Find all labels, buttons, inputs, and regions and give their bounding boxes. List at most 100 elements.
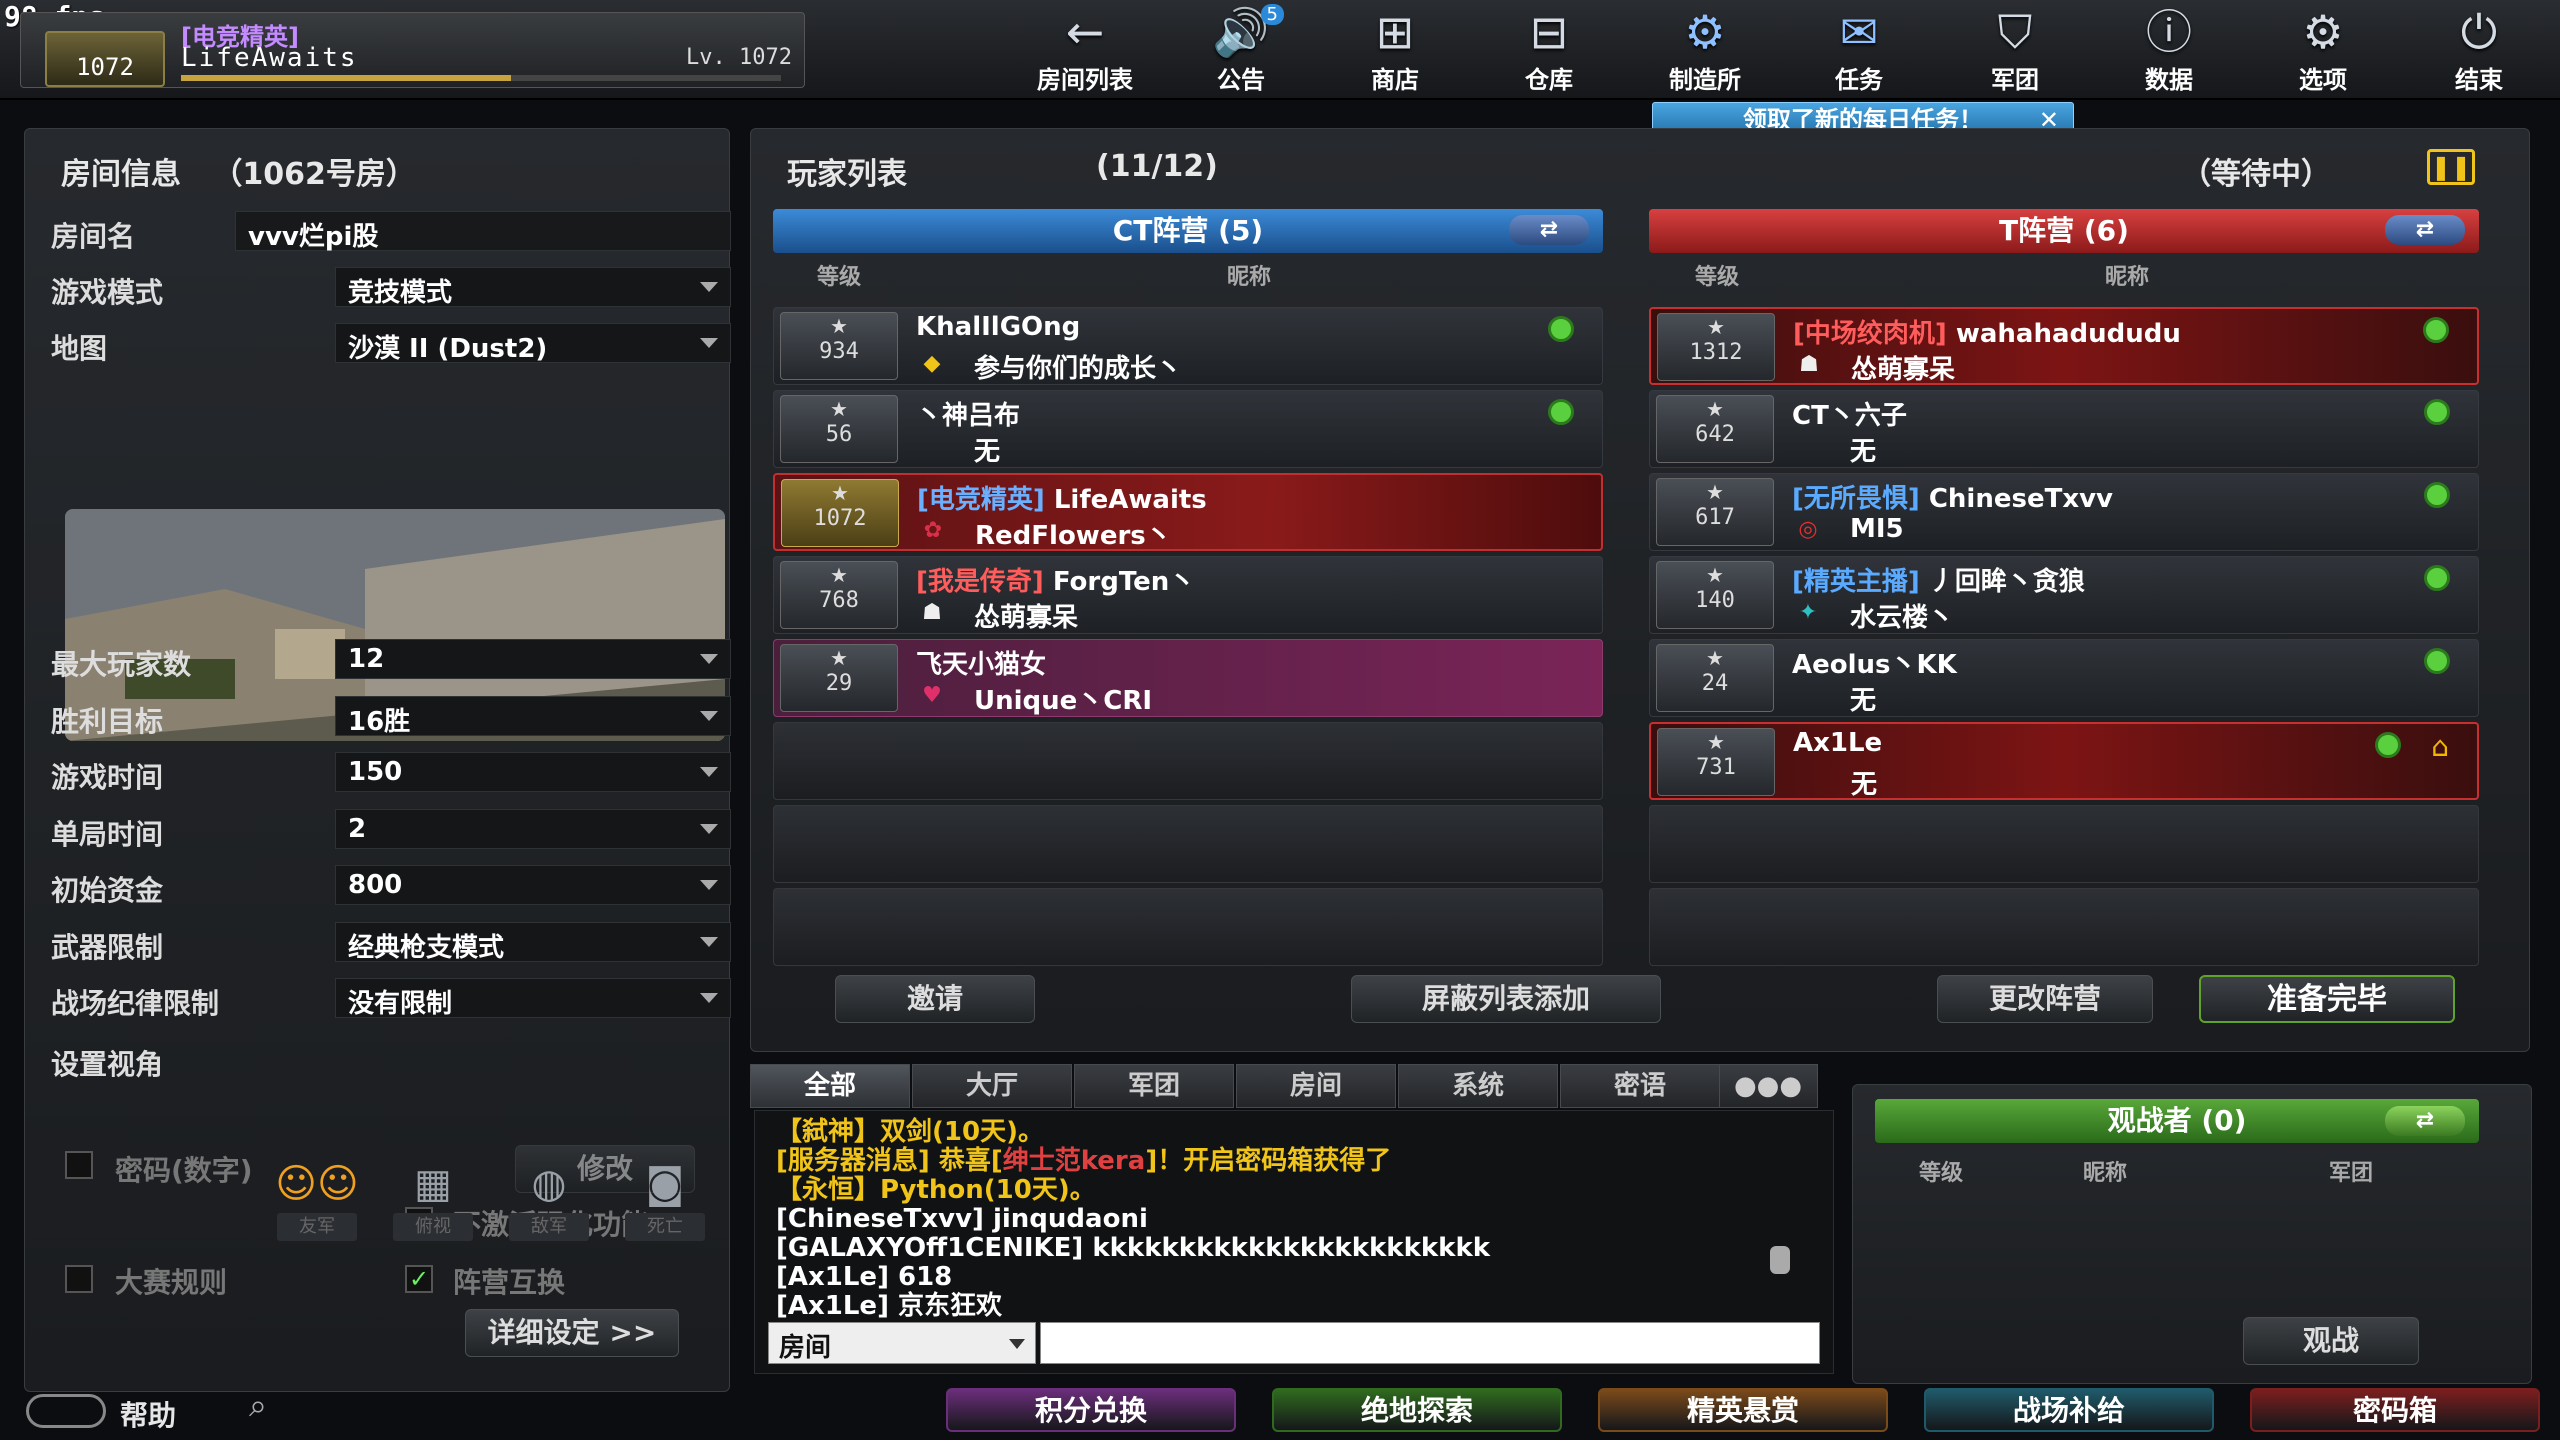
nav-mission[interactable]: ✉ 任务 xyxy=(1784,4,1934,94)
player-tag: [中场绞肉机] xyxy=(1793,319,1947,349)
setting-dropdown[interactable]: 经典枪支模式 xyxy=(335,921,731,963)
view-option[interactable]: ◍ 敌军 xyxy=(501,1161,597,1241)
nav-power[interactable]: ⏻ 结束 xyxy=(2404,4,2554,94)
setting-row: 地图 沙漠 II (Dust2) xyxy=(51,323,731,365)
host-icon: ⌂ xyxy=(2431,730,2449,763)
player-slot[interactable]: ★ 1072 [电竞精英] LifeAwaits ✿ RedFlowers丶 xyxy=(773,473,1603,551)
setting-dropdown[interactable]: 竞技模式 xyxy=(335,267,731,308)
player-name: wahahadududu xyxy=(1955,319,2181,349)
nav-workshop[interactable]: ⚙ 制造所 xyxy=(1630,4,1780,94)
setting-label: 单局时间 xyxy=(51,817,164,851)
chat-text: [GALAXYOff1CENIKE] kkkkkkkkkkkkkkkkkkkkk… xyxy=(776,1233,1491,1263)
bottom-feature-button[interactable]: 密码箱 xyxy=(2250,1388,2540,1432)
player-slot[interactable]: ★ 56 丶神吕布无 xyxy=(773,390,1603,468)
password-checkbox[interactable] xyxy=(65,1151,93,1179)
setting-dropdown[interactable]: 800 xyxy=(335,865,731,905)
player-clan: 怂萌寡呆 xyxy=(1851,355,1956,385)
setting-dropdown[interactable]: 沙漠 II (Dust2) xyxy=(335,323,731,364)
chevron-down-icon xyxy=(700,823,718,834)
setting-value: 150 xyxy=(348,757,403,787)
setting-dropdown[interactable]: 没有限制 xyxy=(335,978,731,1019)
chat-tab[interactable]: 军团 xyxy=(1074,1064,1234,1108)
nav-label: 选项 xyxy=(2299,66,2347,94)
team-swap-checkbox[interactable]: ✓ xyxy=(405,1265,433,1293)
help-toggle[interactable] xyxy=(26,1394,106,1428)
nav-shop[interactable]: ⊞ 商店 xyxy=(1320,4,1470,94)
spectator-swap-icon[interactable]: ⇄ xyxy=(2385,1106,2465,1136)
bottom-feature-button[interactable]: 精英悬赏 xyxy=(1598,1388,1888,1432)
nav-back-arrow[interactable]: ← 房间列表 xyxy=(1010,4,1160,94)
chat-tab[interactable]: 密语 xyxy=(1560,1064,1720,1108)
pause-icon[interactable]: ❚❚ xyxy=(2427,149,2475,185)
player-slot[interactable]: ★ 731 Ax1Le 无 ⌂ xyxy=(1649,722,2479,800)
player-slot[interactable]: ★ 140 [精英主播] 丿回眸丶贪狼 ✦ 水云楼丶 xyxy=(1649,556,2479,634)
player-name: KhalIlGOng xyxy=(916,312,1081,342)
invite-button[interactable]: 邀请 xyxy=(835,975,1035,1023)
nav-clan-shield[interactable]: ⛉ 军团 xyxy=(1940,4,2090,94)
setting-value: 竞技模式 xyxy=(348,278,453,308)
ready-status-icon xyxy=(2424,648,2450,674)
empty-slot[interactable] xyxy=(773,805,1603,883)
player-slot[interactable]: ★ 768 [我是传奇] ForgTen丶 ☗ 怂萌寡呆 xyxy=(773,556,1603,634)
empty-slot[interactable] xyxy=(1649,805,2479,883)
view-option[interactable]: ☺☺ 友军 xyxy=(269,1161,365,1241)
player-clan: 无 xyxy=(974,437,1001,467)
chat-tab[interactable]: 全部 xyxy=(750,1064,910,1108)
chevron-down-icon xyxy=(700,936,718,947)
detail-settings-button[interactable]: 详细设定 >> xyxy=(465,1309,679,1357)
setting-dropdown[interactable]: 2 xyxy=(335,808,731,849)
chat-tab[interactable]: 系统 xyxy=(1398,1064,1558,1108)
player-level: 768 xyxy=(819,588,859,613)
rank-star-icon: ★ xyxy=(1706,646,1724,670)
player-slot[interactable]: ★ 642 CT丶六子无 xyxy=(1649,390,2479,468)
view-option-label: 死亡 xyxy=(625,1213,705,1241)
t-swap-icon[interactable]: ⇄ xyxy=(2385,215,2465,245)
chat-scrollbar[interactable] xyxy=(1770,1246,1790,1274)
chat-channel-select[interactable]: 房间 xyxy=(768,1322,1036,1364)
player-level: 1312 xyxy=(1689,340,1743,365)
ready-button[interactable]: 准备完毕 xyxy=(2199,975,2455,1023)
nav-gear[interactable]: ⚙ 选项 xyxy=(2248,4,2398,94)
profile-name: LifeAwaits xyxy=(181,43,358,73)
empty-slot[interactable] xyxy=(773,722,1603,800)
player-clan: Unique丶CRI xyxy=(974,686,1153,716)
chevron-down-icon xyxy=(700,654,718,664)
nav-speaker[interactable]: 🔊 公告 5 xyxy=(1166,4,1316,94)
chat-tab[interactable]: 房间 xyxy=(1236,1064,1396,1108)
view-option[interactable]: ▦ 俯视 xyxy=(385,1161,481,1241)
chat-tab[interactable]: 大厅 xyxy=(912,1064,1072,1108)
room-name-field[interactable]: vvv烂pi股 xyxy=(235,211,731,252)
setting-dropdown[interactable]: 150 xyxy=(335,752,731,792)
ct-swap-icon[interactable]: ⇄ xyxy=(1509,215,1589,245)
ghost-icon: ☗ xyxy=(922,600,942,625)
block-list-add-button[interactable]: 屏蔽列表添加 xyxy=(1351,975,1661,1023)
player-slot[interactable]: ★ 1312 [中场绞肉机] wahahadududu ☗ 怂萌寡呆 xyxy=(1649,307,2479,385)
bottom-feature-button[interactable]: 积分兑换 xyxy=(946,1388,1236,1432)
bottom-feature-button[interactable]: 绝地探索 xyxy=(1272,1388,1562,1432)
bottom-feature-button[interactable]: 战场补给 xyxy=(1924,1388,2214,1432)
view-option[interactable]: ◙ 死亡 xyxy=(617,1161,713,1241)
player-level: 1072 xyxy=(813,506,867,531)
nav-storage-briefcase[interactable]: ⊟ 仓库 xyxy=(1474,4,1624,94)
chat-bubble-icon[interactable]: ●●● xyxy=(1718,1064,1818,1108)
setting-dropdown[interactable]: 12 xyxy=(335,639,731,679)
room-name-row: 房间名 vvv烂pi股 xyxy=(51,211,731,253)
empty-slot[interactable] xyxy=(773,888,1603,966)
chat-input[interactable] xyxy=(1040,1322,1820,1364)
player-slot[interactable]: ★ 29 飞天小猫女 ♥ Unique丶CRI xyxy=(773,639,1603,717)
watch-button[interactable]: 观战 xyxy=(2243,1317,2419,1365)
search-icon[interactable]: ⌕ xyxy=(236,1386,280,1430)
setting-row: 单局时间 2 xyxy=(51,808,731,851)
nav-stats-exclamation[interactable]: ⓘ 数据 xyxy=(2094,4,2244,94)
empty-slot[interactable] xyxy=(1649,888,2479,966)
player-name: 飞天小猫女 xyxy=(916,650,1047,680)
big-rule-checkbox[interactable] xyxy=(65,1265,93,1293)
ct-level-header: 等级 xyxy=(817,265,862,290)
player-tag: [电竞精英] xyxy=(917,485,1045,515)
player-slot[interactable]: ★ 617 [无所畏惧] ChineseTxvv ◎ MI5 xyxy=(1649,473,2479,551)
change-team-button[interactable]: 更改阵营 xyxy=(1937,975,2153,1023)
setting-dropdown[interactable]: 16胜 xyxy=(335,695,731,737)
player-slot[interactable]: ★ 24 Aeolus丶KK 无 xyxy=(1649,639,2479,717)
spec-nick-header: 昵称 xyxy=(2083,1161,2128,1186)
player-slot[interactable]: ★ 934 KhalIlGOng ◆ 参与你们的成长丶 xyxy=(773,307,1603,385)
